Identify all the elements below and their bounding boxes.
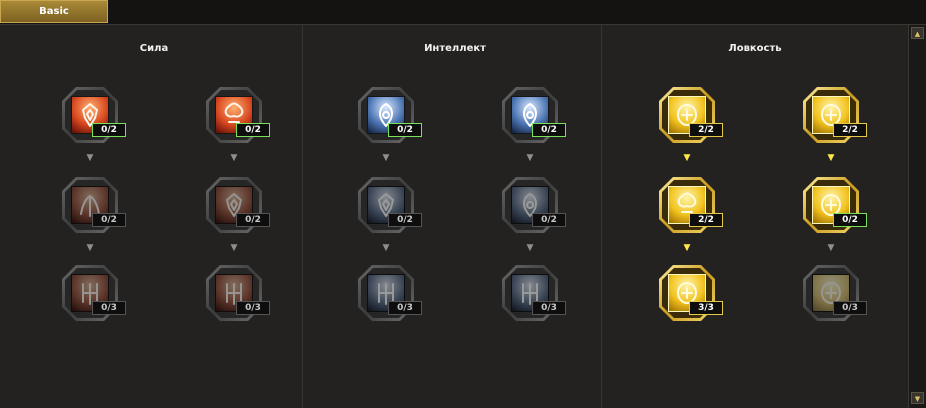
scroll-up-button[interactable]: ▲: [911, 27, 924, 39]
scroll-down-button[interactable]: ▼: [911, 392, 924, 404]
skill-points-counter: 0/2: [92, 213, 126, 227]
column-divider: [601, 25, 602, 408]
skill-points-counter: 0/2: [236, 213, 270, 227]
column-title-strength: Сила: [139, 43, 169, 54]
skill-slot[interactable]: 0/3: [62, 265, 126, 321]
skill-slot[interactable]: 0/2: [62, 177, 126, 233]
column-title-agility: Ловкость: [728, 43, 782, 54]
skill-slot[interactable]: 0/3: [803, 265, 867, 321]
column-title-intellect: Интеллект: [424, 43, 486, 54]
prerequisite-arrow-icon: ▼: [382, 243, 390, 253]
skill-slot[interactable]: 0/2: [206, 87, 270, 143]
prerequisite-arrow-icon: ▼: [526, 153, 534, 163]
skill-slot[interactable]: 0/2: [62, 87, 126, 143]
prerequisite-arrow-icon: ▼: [382, 153, 390, 163]
skill-slot[interactable]: 0/2: [803, 177, 867, 233]
skill-points-counter: 0/3: [236, 301, 270, 315]
skill-points-counter: 0/2: [833, 213, 867, 227]
prerequisite-arrow-icon: ▼: [683, 153, 691, 163]
skill-points-counter: 0/2: [532, 213, 566, 227]
skill-points-counter: 3/3: [689, 301, 723, 315]
skill-slot[interactable]: 0/3: [502, 265, 566, 321]
skill-slot[interactable]: 0/2: [206, 177, 270, 233]
skill-points-counter: 2/2: [689, 123, 723, 137]
skill-slot[interactable]: 2/2: [659, 87, 723, 143]
tab-basic[interactable]: Basic: [0, 0, 108, 23]
skill-points-counter: 0/3: [92, 301, 126, 315]
skill-slot[interactable]: 0/3: [358, 265, 422, 321]
skill-points-counter: 0/2: [92, 123, 126, 137]
skill-points-counter: 0/2: [388, 213, 422, 227]
tab-bar: Basic: [0, 0, 926, 25]
skill-points-counter: 0/2: [532, 123, 566, 137]
skill-points-counter: 0/2: [388, 123, 422, 137]
skill-slot[interactable]: 2/2: [659, 177, 723, 233]
talent-panel: [0, 25, 908, 408]
skill-points-counter: 2/2: [833, 123, 867, 137]
skill-points-counter: 0/3: [833, 301, 867, 315]
prerequisite-arrow-icon: ▼: [230, 243, 238, 253]
skill-slot[interactable]: 0/2: [502, 177, 566, 233]
skill-points-counter: 2/2: [689, 213, 723, 227]
skill-points-counter: 0/3: [532, 301, 566, 315]
scrollbar[interactable]: ▲ ▼: [908, 25, 926, 408]
skill-slot[interactable]: 0/2: [358, 177, 422, 233]
prerequisite-arrow-icon: ▼: [230, 153, 238, 163]
prerequisite-arrow-icon: ▼: [86, 153, 94, 163]
skill-slot[interactable]: 2/2: [803, 87, 867, 143]
skill-slot[interactable]: 0/2: [358, 87, 422, 143]
skill-slot[interactable]: 0/3: [206, 265, 270, 321]
prerequisite-arrow-icon: ▼: [827, 153, 835, 163]
skill-slot[interactable]: 0/2: [502, 87, 566, 143]
skill-points-counter: 0/2: [236, 123, 270, 137]
skill-points-counter: 0/3: [388, 301, 422, 315]
prerequisite-arrow-icon: ▼: [526, 243, 534, 253]
column-divider: [302, 25, 303, 408]
prerequisite-arrow-icon: ▼: [683, 243, 691, 253]
skill-slot[interactable]: 3/3: [659, 265, 723, 321]
prerequisite-arrow-icon: ▼: [827, 243, 835, 253]
prerequisite-arrow-icon: ▼: [86, 243, 94, 253]
